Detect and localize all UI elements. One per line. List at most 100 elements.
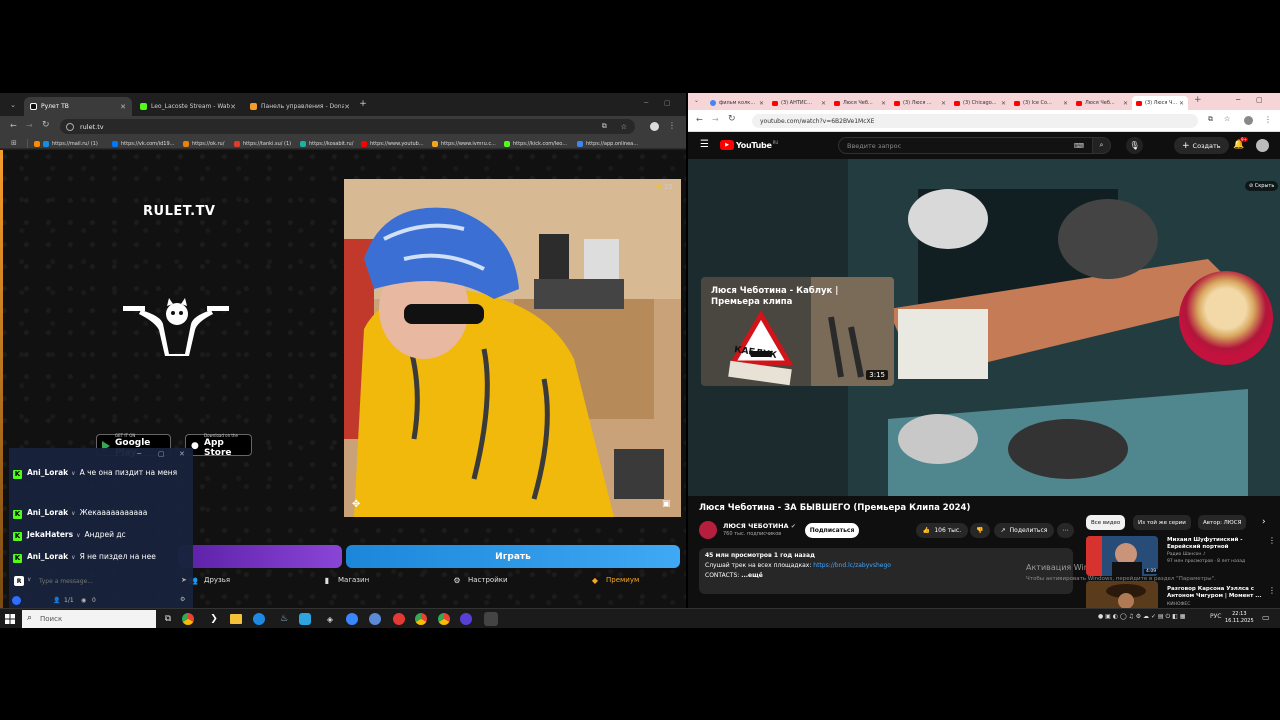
bookmark-onlinea[interactable]: https://app.onlinea... bbox=[577, 139, 638, 148]
tab-rulet[interactable]: Рулет ТВ ✕ bbox=[24, 97, 132, 116]
more-actions-button[interactable]: ⋯ bbox=[1057, 523, 1074, 538]
profile-icon[interactable] bbox=[1244, 116, 1253, 125]
hide-endcards-button[interactable]: ⊘ Скрыть bbox=[1245, 181, 1279, 191]
bookmark-star-icon[interactable]: ☆ bbox=[621, 123, 627, 131]
app-store-button[interactable]: ● Download on the App Store bbox=[185, 433, 252, 458]
gift-icon[interactable]: ✥ bbox=[352, 499, 360, 510]
notification-center-icon[interactable]: ▭ bbox=[1262, 613, 1270, 622]
more-vert-icon[interactable]: ⋮ bbox=[1268, 536, 1276, 545]
bookmark-vk[interactable]: https://vk.com/id19... bbox=[112, 139, 174, 148]
back-icon[interactable]: ← bbox=[696, 115, 703, 124]
chat-username[interactable]: Ani_Lorak bbox=[27, 552, 68, 561]
close-icon[interactable]: ✕ bbox=[1123, 100, 1128, 107]
chevron-right-icon[interactable]: › bbox=[1262, 517, 1266, 527]
play-left-button[interactable] bbox=[178, 545, 342, 568]
send-icon[interactable]: ➤ bbox=[181, 576, 187, 584]
address-bar[interactable]: rulet.tv ⧉ ☆ bbox=[60, 119, 635, 134]
search-icon[interactable]: ⌕ bbox=[1093, 137, 1111, 154]
obs-icon[interactable] bbox=[393, 613, 405, 625]
chrome-icon[interactable] bbox=[415, 613, 427, 625]
tab-google[interactable]: фильм колк... ✕ bbox=[706, 96, 768, 110]
tab-youtube[interactable]: Люся Чеб... ✕ bbox=[830, 96, 890, 110]
tab-youtube[interactable]: (3) Люся ... ✕ bbox=[890, 96, 950, 110]
recommendation-item[interactable]: 4:09 Михаил Шуфутинский - Еврейский порт… bbox=[1086, 536, 1276, 576]
terminal-icon[interactable]: ❯ bbox=[206, 611, 222, 627]
nav-shop[interactable]: ▮ Магазин bbox=[322, 575, 369, 585]
tab-donationalerts[interactable]: Панель управления - DonationA... ✕ bbox=[244, 97, 356, 116]
youtube-logo[interactable]: ▶ YouTube RU bbox=[720, 140, 778, 150]
youtube-search-input[interactable]: Введите запрос ⌨ bbox=[838, 137, 1093, 154]
nav-premium[interactable]: ◆ Премиум bbox=[590, 575, 639, 585]
app-icon[interactable] bbox=[460, 613, 472, 625]
messenger-icon[interactable] bbox=[299, 613, 311, 625]
endscreen-video-card[interactable]: КАБЛУК Люся Чеботина - Каблук | Премьера… bbox=[701, 277, 894, 386]
minimize-icon[interactable]: ─ bbox=[137, 450, 141, 458]
minimize-icon[interactable]: ─ bbox=[1236, 96, 1240, 104]
chat-username[interactable]: Ani_Lorak bbox=[27, 468, 68, 477]
description-link[interactable]: https://bnd.lc/zabyvshego bbox=[813, 562, 891, 569]
tab-youtube[interactable]: (3) Chicago... ✕ bbox=[950, 96, 1010, 110]
avatar[interactable] bbox=[1256, 139, 1269, 152]
microphone-icon[interactable]: 🎙 bbox=[1126, 137, 1143, 154]
maximize-icon[interactable]: ▢ bbox=[664, 99, 671, 107]
tray-icons[interactable]: ● ▣ ◐ ◯ ♫ ⚙ ☁ ✓ ▤ ⏻ ◧ ▦ bbox=[1098, 613, 1185, 621]
reload-icon[interactable]: ↻ bbox=[42, 120, 50, 130]
more-vert-icon[interactable]: ⋮ bbox=[1268, 586, 1276, 595]
close-icon[interactable]: ✕ bbox=[120, 103, 126, 111]
more-menu-icon[interactable]: ⋮ bbox=[1264, 115, 1272, 124]
forward-icon[interactable]: → bbox=[712, 115, 719, 124]
windows-start-icon[interactable] bbox=[2, 611, 18, 627]
endscreen-channel-avatar[interactable] bbox=[1179, 271, 1273, 365]
cast-icon[interactable]: ⧉ bbox=[602, 122, 607, 131]
show-more-link[interactable]: ...ещё bbox=[741, 572, 763, 579]
site-info-icon[interactable] bbox=[66, 122, 74, 131]
back-icon[interactable]: ← bbox=[10, 121, 17, 130]
close-icon[interactable]: ✕ bbox=[344, 103, 350, 111]
close-icon[interactable]: ✕ bbox=[941, 100, 946, 107]
steam-icon[interactable]: ♨ bbox=[276, 611, 292, 627]
close-icon[interactable]: ✕ bbox=[821, 100, 826, 107]
video-description[interactable]: 45 млн просмотров 1 год назад Слушай тре… bbox=[699, 548, 1073, 594]
chat-username[interactable]: JekaHaters bbox=[27, 530, 73, 539]
youtube-player[interactable]: ⊘ Скрыть КАБЛУК Люся Чеботина - Каблук |… bbox=[688, 159, 1280, 496]
browser-icon[interactable] bbox=[346, 613, 358, 625]
forward-icon[interactable]: → bbox=[26, 121, 33, 130]
chip-all-videos[interactable]: Все видео bbox=[1086, 515, 1126, 530]
tab-search-icon[interactable]: ⌄ bbox=[8, 100, 18, 110]
close-icon[interactable]: ✕ bbox=[230, 103, 236, 111]
bookmark-ok[interactable]: https://ok.ru/ bbox=[183, 139, 224, 148]
bookmark-mailru[interactable]: https://mail.ru/ (1) bbox=[34, 139, 98, 148]
address-bar[interactable]: youtube.com/watch?v=6B2BVe1McXE bbox=[752, 114, 1198, 128]
tab-youtube[interactable]: Люся Чеб... ✕ bbox=[1072, 96, 1132, 110]
chip-same-series[interactable]: Из той же серии bbox=[1133, 515, 1191, 530]
reload-icon[interactable]: ↻ bbox=[728, 114, 736, 124]
close-icon[interactable]: ✕ bbox=[1063, 100, 1068, 107]
minimize-icon[interactable]: ─ bbox=[644, 99, 648, 107]
hamburger-menu-icon[interactable]: ☰ bbox=[700, 139, 709, 150]
gear-icon[interactable]: ⚙ bbox=[180, 596, 185, 603]
gamepad-icon[interactable]: ▣ bbox=[662, 499, 671, 509]
channel-avatar[interactable] bbox=[699, 521, 717, 539]
close-icon[interactable]: ✕ bbox=[881, 100, 886, 107]
webcam-video[interactable]: ★ 25 ✥ ▣ bbox=[344, 179, 681, 517]
profile-icon[interactable] bbox=[650, 122, 659, 131]
bookmark-tanki[interactable]: https://tanki.su/ (1) bbox=[234, 139, 291, 148]
new-tab-icon[interactable]: + bbox=[358, 99, 368, 109]
more-menu-icon[interactable]: ⋮ bbox=[668, 121, 676, 130]
task-view-icon[interactable]: ⧉ bbox=[160, 611, 176, 627]
app-icon[interactable]: ◈ bbox=[322, 611, 338, 627]
dislike-button[interactable]: 👎 bbox=[970, 523, 990, 538]
language-indicator[interactable]: РУС bbox=[1210, 613, 1221, 620]
bookmark-star-icon[interactable]: ☆ bbox=[1224, 115, 1230, 123]
user-avatar[interactable]: R bbox=[14, 576, 24, 586]
taskbar-search-input[interactable]: ⌕ Поиск bbox=[22, 610, 156, 628]
nav-friends[interactable]: 👥 Друзья bbox=[188, 575, 230, 585]
tab-youtube-active[interactable]: (3) Люся Ч... ✕ bbox=[1132, 96, 1188, 110]
file-explorer-icon[interactable] bbox=[230, 614, 242, 624]
like-button[interactable]: 👍 106 тыс. bbox=[916, 523, 968, 538]
bookmark-kosabit[interactable]: https://kosabit.ru/ bbox=[300, 139, 353, 148]
bookmark-youtube[interactable]: https://www.youtub... bbox=[361, 139, 424, 148]
keyboard-icon[interactable]: ⌨ bbox=[1074, 142, 1084, 150]
edge-icon[interactable] bbox=[253, 613, 265, 625]
close-icon[interactable]: ✕ bbox=[1001, 100, 1006, 107]
